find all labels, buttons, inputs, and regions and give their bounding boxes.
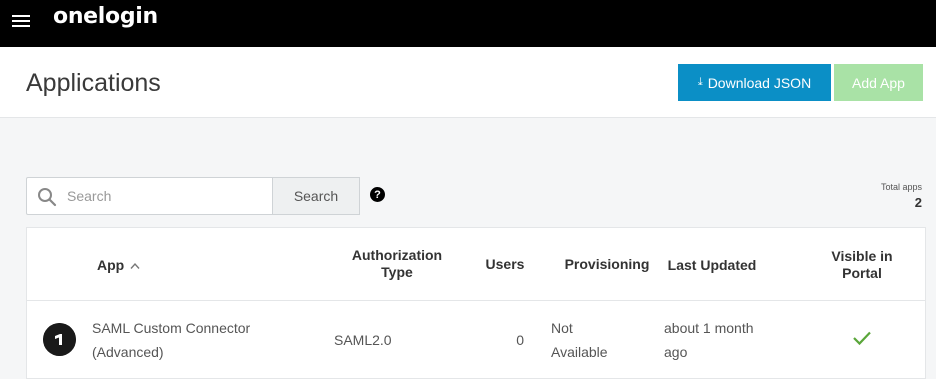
app-logo-icon [43,323,76,356]
app-name[interactable]: SAML Custom Connector (Advanced) [92,316,292,364]
column-visible-label-1: Visible in [831,248,893,264]
column-header-last-updated: Last Updated [667,257,757,273]
last-updated-line-2: ago [664,344,688,360]
download-icon: ⤓ [697,76,703,88]
column-auth-label-1: Authorization [351,247,443,263]
top-nav-bar: onelogin [0,0,936,47]
column-app-label: App [97,257,125,273]
provisioning-cell: Not Available [551,316,621,364]
search-input[interactable] [67,178,267,214]
column-visible-label-2: Portal [842,265,882,281]
app-name-line-1: SAML Custom Connector [92,320,251,336]
download-json-label: Download JSON [707,74,812,91]
total-apps-label: Total apps [880,182,922,192]
total-apps-count: 2 [914,195,922,210]
app-name-line-2: (Advanced) [92,344,164,360]
provisioning-line-1: Not [551,320,573,336]
page-title: Applications [26,69,161,97]
column-header-users: Users [485,256,525,272]
column-header-visible-in-portal: Visible in Portal [807,248,917,282]
help-icon[interactable]: ? [370,187,385,202]
search-icon [38,188,57,207]
last-updated-cell: about 1 month ago [664,316,774,364]
column-auth-label-2: Type [381,264,413,280]
column-header-provisioning: Provisioning [564,256,650,272]
add-app-button[interactable]: Add App [834,64,923,101]
sort-ascending-icon [130,262,140,269]
page-header: Applications ⤓ Download JSON Add App [0,47,936,118]
users-count-cell: 0 [516,332,524,348]
column-header-authorization-type: Authorization Type [332,247,462,281]
checkmark-icon [853,331,871,346]
last-updated-line-1: about 1 month [664,320,754,336]
search-button[interactable]: Search [272,177,360,215]
onelogin-logo[interactable]: onelogin [53,4,158,29]
table-header: App Authorization Type Users Provisionin… [27,228,925,301]
hamburger-menu-icon[interactable] [12,14,30,28]
column-header-app[interactable]: App [97,257,140,274]
download-json-button[interactable]: ⤓ Download JSON [678,64,831,101]
applications-table: App Authorization Type Users Provisionin… [26,227,926,379]
table-row[interactable]: SAML Custom Connector (Advanced) SAML2.0… [27,302,925,379]
authorization-type-cell: SAML2.0 [334,332,392,348]
provisioning-line-2: Available [551,344,608,360]
search-box [26,177,273,215]
